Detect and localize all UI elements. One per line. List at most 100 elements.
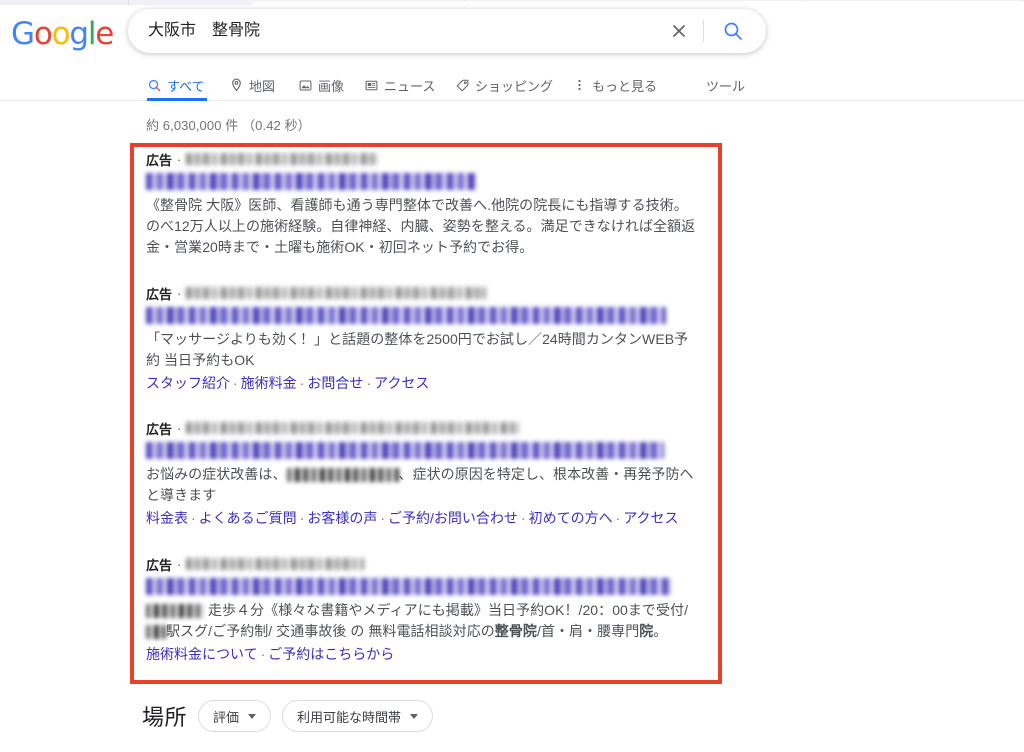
sitelink[interactable]: 料金表 [146,510,188,526]
sitelink[interactable]: 施術料金 [241,375,297,391]
sitelink-separator: · [299,375,305,391]
sitelink[interactable]: アクセス [623,510,678,526]
logo-letter-o2: o [51,16,71,52]
ad-result[interactable]: 広告 · 走歩４分《様々な書籍やメディアにも掲載》当日予約OK！/20：00まで… [146,555,702,665]
ad-title[interactable] [146,578,702,596]
chevron-down-icon [248,713,257,719]
logo-letter-g2: g [69,16,89,52]
ad-label: 広告 [146,152,173,168]
ad-description-post: 走歩４分《様々な書籍やメディアにも掲載》当日予約OK！/20：00まで受付/ [204,602,689,618]
places-section: 場所 評価 利用可能な時間帯 [142,700,434,732]
tab-news[interactable]: ニュース [364,71,435,99]
more-vert-icon [572,78,587,93]
ad-description-bold-2: 院 [639,623,654,639]
sitelink[interactable]: 初めての方へ [529,510,613,526]
news-icon [364,78,379,93]
redacted-brand [286,468,399,483]
filter-chip-rating[interactable]: 評価 [198,700,272,732]
tag-icon [455,78,470,93]
search-nav-tabs: すべて 地図 画像 ニュース ショッピング もっと見る ツール [0,71,1024,101]
ad-url-line: 広告 · [146,150,702,168]
ad-separator: · [177,420,182,436]
sitelink[interactable]: スタッフ紹介 [146,375,230,391]
sitelink-separator: · [233,375,238,391]
redacted-url [186,422,520,434]
image-icon [298,78,313,93]
sitelink[interactable]: お問合せ [307,375,363,391]
map-pin-icon [229,78,244,93]
redacted-title [146,173,476,191]
search-header: Google すべて [0,5,1024,101]
ad-url-line: 広告 · [146,284,702,302]
ad-result[interactable]: 広告 · 《整骨院 大阪》医師、看護師も通う専門整体で改善へ.他院の院長にも指導… [146,150,702,258]
ad-label: 広告 [146,286,173,302]
tab-images[interactable]: 画像 [298,71,344,99]
ad-description-tail: 駅スグ/ご予約制/ 交通事故後 の 無料電話相談対応の [166,623,495,639]
search-bar[interactable] [128,9,766,53]
tab-news-label: ニュース [384,78,436,94]
ad-sitelinks: 料金表 · よくあるご質問 · お客様の声 · ご予約/お問い合わせ · 初めての方へ · アクセス [146,508,702,529]
ad-sitelinks: スタッフ紹介 · 施術料金 · お問合せ · アクセス [146,373,702,394]
tab-images-label: 画像 [318,78,345,94]
ad-title[interactable] [146,442,702,460]
ad-result[interactable]: 広告 · お悩みの症状改善は、 、症状の原因を特定し、根本改善・再発予防へと導きま… [146,419,702,529]
tools-button[interactable]: ツール [706,71,745,99]
ad-label: 広告 [146,421,173,437]
tab-shopping-label: ショッピング [475,78,554,94]
sitelink-separator: · [366,375,372,391]
redacted-title [146,578,671,596]
search-icon [147,78,162,93]
logo-letter-o1: o [33,16,53,52]
ad-description: お悩みの症状改善は、 、症状の原因を特定し、根本改善・再発予防へと導きます [146,464,702,506]
sitelink-separator: · [520,510,526,526]
filter-chip-hours[interactable]: 利用可能な時間帯 [282,700,434,732]
tab-shopping[interactable]: ショッピング [455,71,553,99]
tools-button-label: ツール [706,78,746,94]
ad-description-bold: 整骨院 [494,623,537,639]
tab-all-label: すべて [167,78,205,94]
ad-url-line: 広告 · [146,419,702,437]
ad-description-tail2: /首・肩・腰専門 [536,623,640,639]
search-input[interactable] [148,9,688,53]
sitelink[interactable]: ご予約はこちらから [268,646,394,662]
redacted-station [146,604,204,619]
logo-letter-g1: G [11,16,35,52]
sitelink-separator: · [191,510,196,526]
sitelink-separator: · [615,510,621,526]
logo-letter-e: e [95,16,114,52]
sitelink[interactable]: 施術料金について [146,646,258,662]
ad-title[interactable] [146,173,702,191]
ad-separator: · [177,151,182,167]
filter-chip-hours-label: 利用可能な時間帯 [297,709,402,725]
sitelink-separator: · [260,646,266,662]
search-divider [703,20,704,42]
sitelink[interactable]: アクセス [374,375,429,391]
ad-label: 広告 [146,557,173,573]
result-stats: 約 6,030,000 件 （0.42 秒） [146,118,311,133]
places-title: 場所 [142,705,188,730]
ad-url-line: 広告 · [146,555,702,573]
redacted-title [146,307,666,325]
redacted-url [186,558,365,570]
ad-description: 「マッサージよりも効く！」と話題の整体を2500円でお試し／24時間カンタンWE… [146,331,689,368]
tab-more-label: もっと見る [592,78,658,94]
tab-maps[interactable]: 地図 [229,71,275,99]
sitelink-separator: · [299,510,305,526]
tab-maps-label: 地図 [249,78,276,94]
ad-description: 《整骨院 大阪》医師、看護師も通う専門整体で改善へ.他院の院長にも指導する技術。… [146,197,696,255]
google-logo[interactable]: Google [11,16,114,52]
tab-more[interactable]: もっと見る [572,71,657,99]
ad-result[interactable]: 広告 · 「マッサージよりも効く！」と話題の整体を2500円でお試し／24時間カ… [146,284,702,394]
sitelink[interactable]: ご予約/お問い合わせ [388,510,518,526]
ads-container: 広告 · 《整骨院 大阪》医師、看護師も通う専門整体で改善へ.他院の院長にも指導… [146,150,702,665]
ad-title[interactable] [146,307,702,325]
ad-description-pre: お悩みの症状改善は、 [146,466,287,482]
tab-all[interactable]: すべて [147,71,205,99]
sitelink-separator: · [380,510,386,526]
sitelink[interactable]: お客様の声 [307,510,377,526]
redacted-url [186,153,379,165]
close-icon[interactable] [668,20,690,42]
search-icon[interactable] [722,20,744,42]
chevron-down-icon [410,713,419,719]
sitelink[interactable]: よくあるご質問 [199,510,297,526]
